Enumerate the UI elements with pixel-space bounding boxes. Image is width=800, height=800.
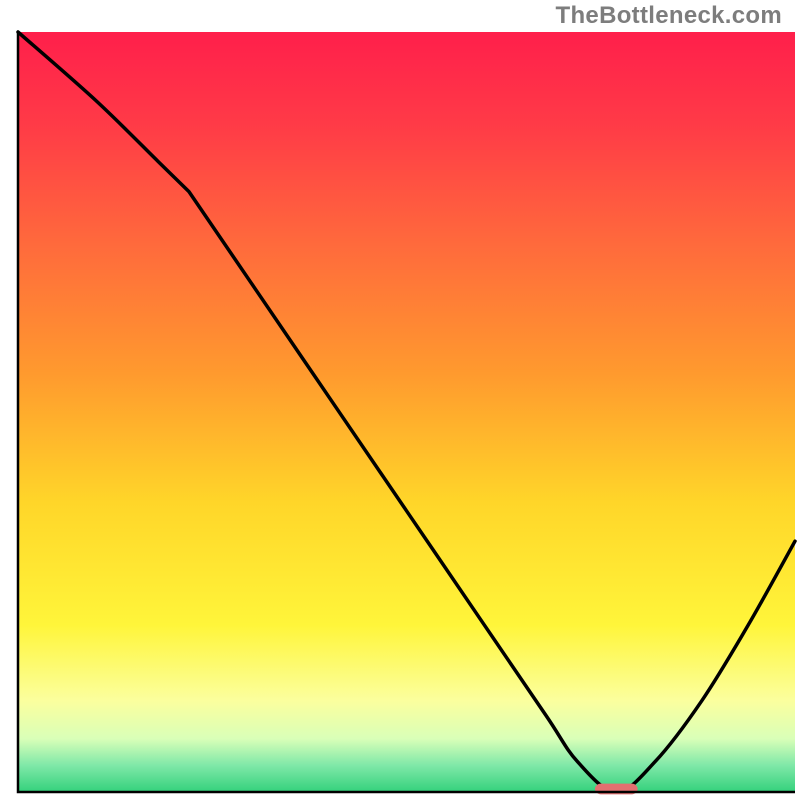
chart-canvas: TheBottleneck.com: [0, 0, 800, 800]
chart-background: [18, 32, 795, 792]
chart-svg: [0, 0, 800, 800]
